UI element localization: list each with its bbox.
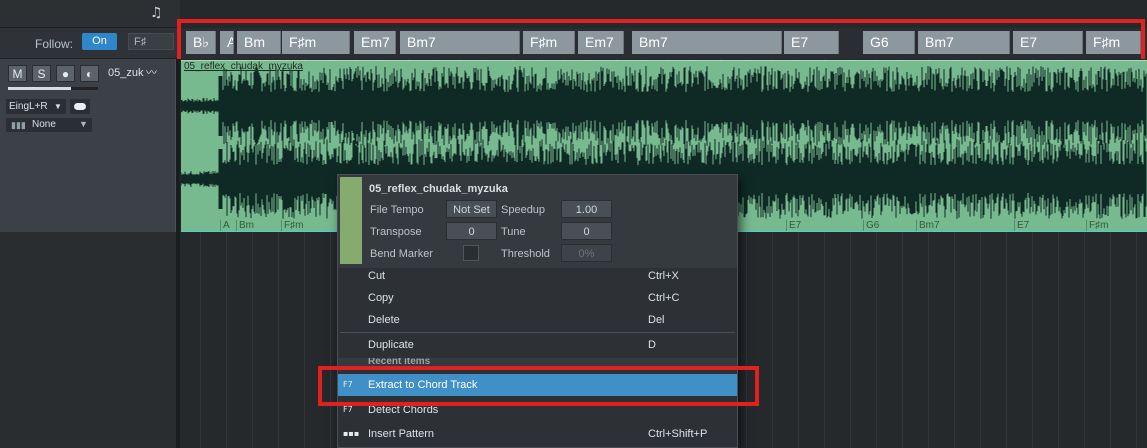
track-header: M S ● ◐ 05_zuk 〰 EingL+R ▼ None ▮▮▮ ▼ — [0, 59, 176, 232]
track-name[interactable]: 05_zuk — [108, 67, 143, 79]
file-tempo-field[interactable]: Not Set — [446, 200, 497, 218]
timeline-ruler[interactable] — [180, 0, 1147, 28]
chord-extract-icon: F7 — [343, 380, 353, 389]
toggle-icon[interactable] — [70, 99, 90, 114]
input-select[interactable]: EingL+R ▼ — [6, 99, 66, 114]
menu-item-delete[interactable]: Delete Del — [338, 309, 737, 331]
mute-button[interactable]: M — [8, 65, 27, 82]
context-menu: 05_reflex_chudak_myzuka File Tempo Not S… — [337, 174, 738, 448]
chord-block[interactable]: Bm7 — [400, 31, 520, 54]
event-chord-label: A — [223, 220, 230, 231]
panel-splitter[interactable] — [176, 59, 180, 448]
menu-separator — [340, 332, 735, 333]
event-chord-label: Bm7 — [919, 220, 940, 231]
chord-track: B♭ABmF♯mEm7Bm7F♯mEm7Bm7E7G6Bm7E7F♯m — [180, 28, 1147, 59]
threshold-label: Threshold — [501, 248, 550, 260]
menu-item-duplicate[interactable]: Duplicate D — [338, 334, 737, 356]
event-chord-label: E7 — [1017, 220, 1030, 231]
chord-block[interactable]: F♯m — [1086, 31, 1141, 54]
menu-item-extract-to-chord-track[interactable]: F7 Extract to Chord Track — [338, 374, 737, 396]
follow-on-toggle[interactable]: On — [82, 33, 117, 50]
chord-block[interactable]: Bm — [237, 31, 281, 54]
file-tempo-label: File Tempo — [370, 204, 424, 216]
transpose-label: Transpose — [370, 226, 422, 238]
bars-icon: ▮▮▮ — [11, 120, 26, 130]
event-chord-label: F♯m — [284, 220, 304, 231]
speedup-field[interactable]: 1.00 — [561, 200, 612, 218]
menu-item-insert-pattern[interactable]: ▪▪▪ Insert Pattern Ctrl+Shift+P — [338, 423, 737, 445]
chord-block[interactable]: Bm7 — [632, 31, 782, 54]
event-color-swatch[interactable] — [340, 177, 362, 264]
threshold-field[interactable]: 0% — [561, 244, 612, 262]
tune-field[interactable]: 0 — [561, 222, 612, 240]
tune-label: Tune — [501, 226, 526, 238]
monitor-button[interactable]: ◐ — [80, 65, 99, 82]
bend-marker-label: Bend Marker — [370, 248, 433, 260]
chord-block[interactable]: F♯m — [523, 31, 575, 54]
solo-button[interactable]: S — [32, 65, 51, 82]
chord-block[interactable]: Em7 — [578, 31, 624, 54]
transpose-field[interactable]: 0 — [446, 222, 497, 240]
chord-block[interactable]: A — [220, 31, 234, 54]
menu-item-cut[interactable]: Cut Ctrl+X — [338, 265, 737, 287]
chord-block[interactable]: Bm7 — [918, 31, 1010, 54]
follow-label: Follow: — [35, 37, 74, 51]
chord-detect-icon: F7 — [343, 405, 353, 414]
event-chord-label: Bm — [239, 220, 254, 231]
event-chord-label: G6 — [866, 220, 880, 231]
menu-item-copy[interactable]: Copy Ctrl+C — [338, 287, 737, 309]
bend-marker-checkbox[interactable] — [463, 245, 479, 261]
chord-block[interactable]: E7 — [1013, 31, 1083, 54]
chord-block[interactable]: F♯m — [282, 31, 350, 54]
event-info-panel: 05_reflex_chudak_myzuka File Tempo Not S… — [338, 175, 737, 268]
volume-slider[interactable] — [8, 87, 98, 90]
recent-items-header: Recent items — [338, 358, 737, 368]
music-note-icon[interactable]: ♫ — [150, 5, 163, 21]
menu-item-detect-chords[interactable]: F7 Detect Chords — [338, 399, 737, 421]
left-header: ♫ — [0, 0, 180, 28]
record-button[interactable]: ● — [56, 65, 75, 82]
event-chord-label: E7 — [789, 220, 802, 231]
waveform-icon: 〰 — [146, 67, 157, 79]
daw-window: ♫ Follow: On F♯ B♭ABmF♯mEm7Bm7F♯mEm7Bm7E… — [0, 0, 1147, 448]
event-chord-label: F♯m — [1089, 220, 1109, 231]
event-info-title: 05_reflex_chudak_myzuka — [369, 183, 508, 195]
chevron-down-icon[interactable]: ▼ — [79, 119, 88, 129]
pattern-grid-icon: ▪▪▪ — [343, 429, 360, 438]
chord-block[interactable]: E7 — [784, 31, 839, 54]
speedup-label: Speedup — [501, 204, 546, 216]
chord-block[interactable]: B♭ — [186, 31, 216, 54]
chord-block[interactable]: G6 — [863, 31, 915, 54]
track-list-empty — [0, 232, 176, 448]
follow-key-field[interactable]: F♯ — [128, 33, 174, 50]
event-title: 05_reflex_chudak_myzuka — [184, 61, 303, 72]
chord-block[interactable]: Em7 — [354, 31, 396, 54]
